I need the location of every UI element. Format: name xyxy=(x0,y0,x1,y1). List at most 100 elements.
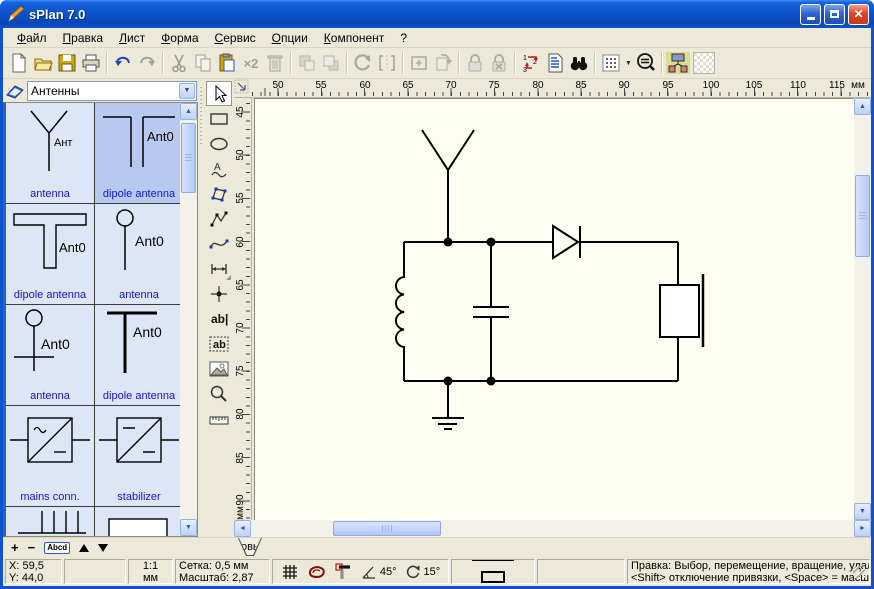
undo-button[interactable] xyxy=(111,51,135,75)
rotation-step-control[interactable]: 15° xyxy=(405,564,441,580)
add-component-button[interactable]: + xyxy=(11,540,19,555)
align-button[interactable] xyxy=(407,51,431,75)
library-toggle-button[interactable] xyxy=(666,51,690,75)
schematic-capacitor[interactable] xyxy=(473,242,509,381)
paste-button[interactable] xyxy=(215,51,239,75)
duplicate-button[interactable]: ×2 xyxy=(239,51,263,75)
component-cell-dipole-antenna-selected[interactable]: Ant0 dipole antenna xyxy=(95,103,180,204)
pointer-tool[interactable] xyxy=(206,81,232,106)
menu-sheet[interactable]: Лист xyxy=(111,29,153,47)
copy-button[interactable] xyxy=(191,51,215,75)
flip-sheet-button[interactable] xyxy=(431,51,455,75)
move-down-icon[interactable] xyxy=(98,544,108,552)
snap-toggle-icon[interactable] xyxy=(335,563,353,581)
line-style-cell[interactable] xyxy=(451,559,535,584)
scroll-up-arrow-icon[interactable]: ▲ xyxy=(854,98,871,115)
grid-button[interactable] xyxy=(599,51,623,75)
menu-file[interactable]: Файл xyxy=(9,29,55,47)
canvas-vertical-scrollbar[interactable]: ▲ ▼ xyxy=(854,98,871,520)
bring-to-front-button[interactable] xyxy=(295,51,319,75)
menu-options[interactable]: Опции xyxy=(264,29,316,47)
library-scroll-track[interactable] xyxy=(180,120,197,519)
component-cell-dipole-antenna[interactable]: Ant0 dipole antenna xyxy=(6,204,95,305)
grid-dropdown-arrow[interactable]: ▼ xyxy=(623,51,634,75)
scroll-right-arrow-icon[interactable]: ► xyxy=(854,520,871,537)
v-scroll-track[interactable] xyxy=(854,115,871,503)
component-cell-partial-left[interactable] xyxy=(6,507,95,536)
v-scroll-thumb[interactable] xyxy=(855,175,870,257)
schematic-inductor[interactable] xyxy=(396,242,404,381)
new-button[interactable] xyxy=(7,51,31,75)
measure-tool[interactable] xyxy=(206,406,232,431)
node-tool[interactable] xyxy=(206,281,232,306)
print-button[interactable] xyxy=(79,51,103,75)
open-button[interactable] xyxy=(31,51,55,75)
schematic-diode[interactable] xyxy=(553,226,580,258)
rotate-button[interactable] xyxy=(351,51,375,75)
drawing-viewport[interactable] xyxy=(252,98,854,520)
move-up-icon[interactable] xyxy=(79,544,89,552)
special-shape-tool[interactable]: A xyxy=(206,156,232,181)
cut-button[interactable] xyxy=(167,51,191,75)
textbox-tool[interactable]: ab xyxy=(206,331,232,356)
angle-step-control[interactable]: 45° xyxy=(361,564,397,580)
menu-help[interactable]: ? xyxy=(392,29,415,47)
title-bar[interactable]: sPlan 7.0 ✕ xyxy=(0,0,874,28)
grid-toggle-icon[interactable] xyxy=(281,563,299,581)
text-tool[interactable]: ab| xyxy=(206,306,232,331)
delete-button[interactable] xyxy=(263,51,287,75)
category-combobox[interactable]: Антенны ▼ xyxy=(27,81,197,101)
component-cell-stabilizer[interactable]: stabilizer xyxy=(95,406,180,507)
send-to-back-button[interactable] xyxy=(319,51,343,75)
remove-component-button[interactable]: − xyxy=(28,540,36,555)
scroll-left-arrow-icon[interactable]: ◄ xyxy=(234,520,251,537)
numbering-button[interactable]: 123 xyxy=(519,51,543,75)
zoom-tool[interactable] xyxy=(206,381,232,406)
scroll-down-arrow-icon[interactable]: ▼ xyxy=(180,519,197,536)
rectangle-tool[interactable] xyxy=(206,106,232,131)
component-cell-partial-right[interactable] xyxy=(95,507,180,536)
curve-quality-icon[interactable] xyxy=(307,564,327,580)
menu-service[interactable]: Сервис xyxy=(207,29,264,47)
bezier-tool[interactable] xyxy=(206,231,232,256)
redo-button[interactable] xyxy=(135,51,159,75)
close-button[interactable]: ✕ xyxy=(848,4,869,25)
schematic-antenna[interactable] xyxy=(422,130,474,242)
dimension-tool[interactable] xyxy=(206,256,232,281)
menu-form[interactable]: Форма xyxy=(153,29,206,47)
zoom-mode-button[interactable] xyxy=(634,51,658,75)
sheet-tab[interactable]: 1: Новый лист xyxy=(238,538,262,556)
menu-component[interactable]: Компонент xyxy=(316,29,393,47)
rename-component-button[interactable]: Abcd xyxy=(44,542,70,554)
component-list-button[interactable] xyxy=(543,51,567,75)
component-cell-mains-conn[interactable]: mains conn. xyxy=(6,406,95,507)
schematic-speaker[interactable] xyxy=(660,274,703,347)
h-scroll-thumb[interactable] xyxy=(333,521,441,536)
save-button[interactable] xyxy=(55,51,79,75)
search-button[interactable] xyxy=(567,51,591,75)
library-scrollbar[interactable]: ▲ ▼ xyxy=(180,103,197,536)
ellipse-tool[interactable] xyxy=(206,131,232,156)
component-cell-dipole-bold[interactable]: Ant0 dipole antenna xyxy=(95,305,180,406)
minimize-button[interactable] xyxy=(800,4,821,25)
maximize-button[interactable] xyxy=(824,4,845,25)
schematic-wires[interactable] xyxy=(404,242,678,381)
image-tool[interactable] xyxy=(206,356,232,381)
component-cell-antenna-cross[interactable]: Ant0 antenna xyxy=(6,305,95,406)
polyline-tool[interactable] xyxy=(206,206,232,231)
h-scroll-track[interactable] xyxy=(251,520,854,537)
scroll-up-arrow-icon[interactable]: ▲ xyxy=(180,103,197,120)
canvas-horizontal-scrollbar[interactable]: ◄ ► xyxy=(234,520,871,537)
menu-edit[interactable]: Правка xyxy=(55,29,112,47)
scroll-down-arrow-icon[interactable]: ▼ xyxy=(854,503,871,520)
schematic-ground[interactable] xyxy=(432,381,464,429)
library-scroll-thumb[interactable] xyxy=(181,123,196,193)
unlock-button[interactable] xyxy=(487,51,511,75)
component-cell-antenna-circle[interactable]: Ant0 antenna xyxy=(95,204,180,305)
combo-dropdown-arrow[interactable]: ▼ xyxy=(179,83,195,99)
lock-button[interactable] xyxy=(463,51,487,75)
polygon-tool[interactable] xyxy=(206,181,232,206)
component-cell-antenna[interactable]: Ант antenna xyxy=(6,103,95,204)
resize-grip[interactable] xyxy=(853,566,865,578)
mirror-button[interactable] xyxy=(375,51,399,75)
